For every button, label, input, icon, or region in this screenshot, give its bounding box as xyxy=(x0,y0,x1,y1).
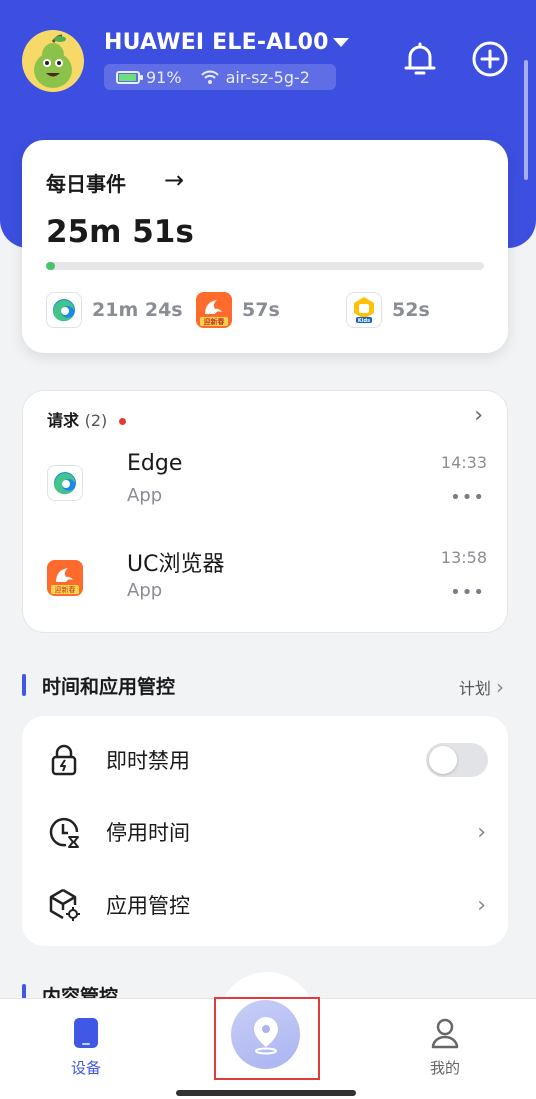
app-control-row[interactable]: 应用管控 › xyxy=(46,880,486,930)
nav-me-label: 我的 xyxy=(429,1059,460,1077)
instant-disable-label: 即时禁用 xyxy=(106,749,190,773)
daily-total-time: 25m 51s xyxy=(46,214,194,250)
downtime-row[interactable]: 停用时间 › xyxy=(46,807,486,857)
lock-icon xyxy=(51,744,77,776)
phone-icon xyxy=(74,1018,98,1048)
time-app-control-card: 即时禁用 停用时间 › 应用管控 › xyxy=(22,716,508,946)
device-status: 91% air-sz-5g-2 xyxy=(104,64,336,90)
battery-icon xyxy=(116,70,143,84)
downtime-label: 停用时间 xyxy=(106,821,190,845)
edge-icon xyxy=(46,292,82,328)
daily-progress-fill xyxy=(46,262,55,270)
request-item-edge[interactable]: Edge App 14:33 ••• xyxy=(47,451,487,521)
kids-icon: Kids xyxy=(346,292,382,328)
plan-label: 计划 xyxy=(458,679,491,698)
instant-disable-toggle[interactable] xyxy=(426,743,488,777)
request-item-uc[interactable]: 迎新春 UC浏览器 App 13:58 ••• xyxy=(47,546,487,616)
chevron-right-icon: › xyxy=(477,819,486,845)
request-time: 14:33 xyxy=(440,453,487,472)
bell-icon[interactable] xyxy=(402,40,438,82)
app-usage-time: 57s xyxy=(242,299,280,321)
chevron-right-icon[interactable]: › xyxy=(474,403,483,428)
unread-dot xyxy=(118,418,126,425)
more-icon[interactable]: ••• xyxy=(450,487,485,508)
daily-events-card[interactable]: 每日事件 → 25m 51s 21m 24s 迎新春 57s Kids 52s xyxy=(22,140,508,353)
cube-gear-icon xyxy=(49,888,80,921)
more-icon[interactable]: ••• xyxy=(450,582,485,603)
scrollbar[interactable] xyxy=(524,60,528,180)
uc-icon: 迎新春 xyxy=(196,292,232,328)
wifi-name: air-sz-5g-2 xyxy=(225,67,310,87)
section-title-time-app-control: 时间和应用管控 xyxy=(22,672,175,698)
edge-icon xyxy=(47,465,83,501)
avatar[interactable] xyxy=(22,30,84,92)
request-app-type: App xyxy=(127,580,163,601)
daily-progress-bar xyxy=(46,262,484,270)
chevron-down-icon[interactable] xyxy=(333,38,349,47)
chevron-right-icon: › xyxy=(477,892,486,918)
request-app-name: Edge xyxy=(127,451,183,476)
wifi-icon xyxy=(200,69,220,85)
clock-hourglass-icon xyxy=(49,817,79,848)
request-app-type: App xyxy=(127,485,163,506)
app-usage-edge[interactable]: 21m 24s xyxy=(46,292,183,328)
battery-level: 91% xyxy=(146,67,182,87)
home-indicator[interactable] xyxy=(176,1090,356,1096)
requests-label: 请求 xyxy=(47,411,80,430)
uc-badge-text: 迎新春 xyxy=(204,317,226,326)
app-usage-kids[interactable]: Kids 52s xyxy=(346,292,430,328)
add-icon[interactable] xyxy=(471,40,509,82)
uc-icon: 迎新春 xyxy=(47,560,83,596)
nav-me[interactable]: 我的 xyxy=(405,1017,485,1078)
app-usage-uc[interactable]: 迎新春 57s xyxy=(196,292,280,328)
nav-device-label: 设备 xyxy=(70,1059,101,1077)
app-usage-time: 52s xyxy=(392,299,430,321)
plan-link[interactable]: 计划 › xyxy=(459,675,504,699)
user-icon xyxy=(431,1018,459,1049)
app-usage-time: 21m 24s xyxy=(92,299,183,321)
chevron-right-icon: › xyxy=(496,675,504,699)
uc-badge-text: 迎新春 xyxy=(55,585,76,594)
request-app-name: UC浏览器 xyxy=(127,552,225,577)
request-time: 13:58 xyxy=(440,548,487,567)
requests-title: 请求 (2) xyxy=(47,407,126,431)
nav-device[interactable]: 设备 xyxy=(46,1017,126,1078)
instant-disable-row[interactable]: 即时禁用 xyxy=(46,735,488,785)
highlight-box xyxy=(214,997,320,1080)
daily-events-title: 每日事件 xyxy=(46,172,126,196)
device-name[interactable]: HUAWEI ELE-AL00 xyxy=(104,30,329,55)
arrow-right-icon[interactable]: → xyxy=(164,166,184,194)
requests-card[interactable]: 请求 (2) › Edge App 14:33 ••• 迎新春 UC浏览器 Ap… xyxy=(22,390,508,633)
kids-badge-text: Kids xyxy=(358,318,370,324)
app-control-label: 应用管控 xyxy=(106,894,190,918)
requests-count: (2) xyxy=(84,411,108,430)
